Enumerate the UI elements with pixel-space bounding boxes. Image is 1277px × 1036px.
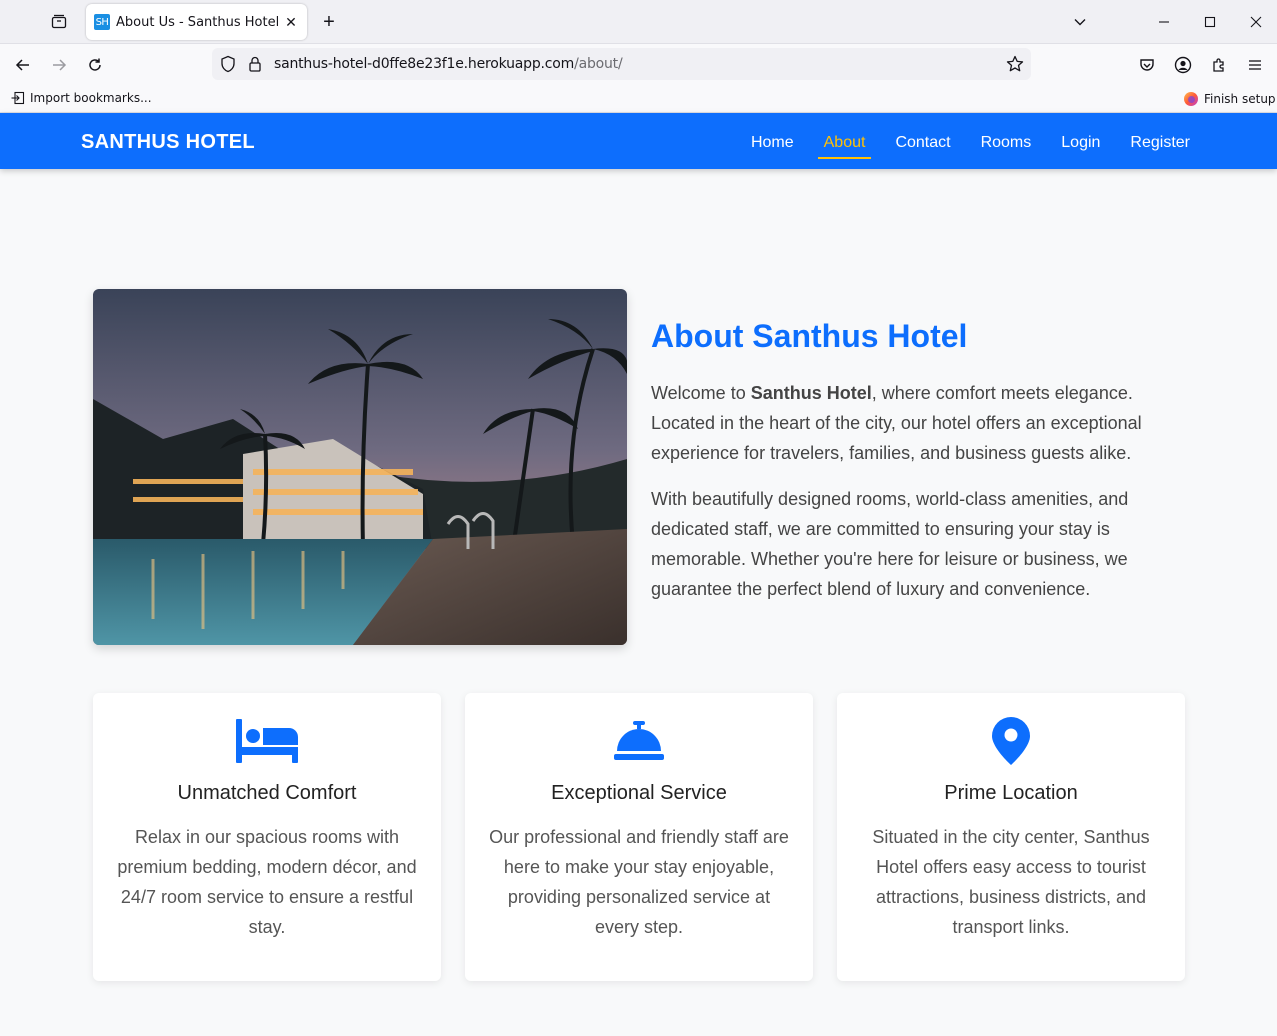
nav-about[interactable]: About xyxy=(809,113,881,169)
feature-text: Relax in our spacious rooms with premium… xyxy=(117,827,417,937)
nav-home[interactable]: Home xyxy=(736,113,809,169)
feature-title: Exceptional Service xyxy=(551,782,727,804)
close-tab-icon[interactable]: ✕ xyxy=(281,12,301,32)
feature-card-comfort: Unmatched Comfort Relax in our spacious … xyxy=(93,693,441,981)
import-bookmarks-label: Import bookmarks... xyxy=(30,91,152,105)
new-tab-icon[interactable]: + xyxy=(318,11,340,33)
about-title: About Santhus Hotel xyxy=(651,318,968,354)
bed-icon xyxy=(93,717,441,765)
reload-icon[interactable] xyxy=(82,52,108,78)
nav-rooms[interactable]: Rooms xyxy=(966,113,1047,169)
bookmarks-toolbar: Import bookmarks... Finish setup xyxy=(0,84,1277,113)
list-all-tabs-icon[interactable] xyxy=(1066,8,1094,36)
map-pin-icon xyxy=(837,717,1185,765)
account-icon[interactable] xyxy=(1170,52,1196,78)
url-text[interactable]: santhus-hotel-d0ffe8e23f1e.herokuapp.com… xyxy=(274,56,623,72)
bookmark-star-icon[interactable] xyxy=(1006,55,1024,78)
back-icon[interactable] xyxy=(10,52,36,78)
about-paragraph-2: With beautifully designed rooms, world-c… xyxy=(651,489,1129,599)
tab-title: About Us - Santhus Hotel xyxy=(116,14,280,30)
feature-card-service: Exceptional Service Our professional and… xyxy=(465,693,813,981)
feature-title: Unmatched Comfort xyxy=(177,782,357,804)
nav-register[interactable]: Register xyxy=(1115,113,1205,169)
site-brand[interactable]: SANTHUS HOTEL xyxy=(81,131,255,154)
tab-list-icon[interactable] xyxy=(48,11,70,33)
main-menu: Home About Contact Rooms Login Register xyxy=(736,113,1205,169)
pocket-icon[interactable] xyxy=(1134,52,1160,78)
extensions-icon[interactable] xyxy=(1206,52,1232,78)
menu-icon[interactable] xyxy=(1242,52,1268,78)
close-window-icon[interactable] xyxy=(1242,8,1270,36)
site-favicon-icon: SH xyxy=(94,14,110,30)
finish-setup-label: Finish setup xyxy=(1204,92,1276,106)
address-bar[interactable]: santhus-hotel-d0ffe8e23f1e.herokuapp.com… xyxy=(212,48,1031,80)
about-paragraph-1: Welcome to Santhus Hotel, where comfort … xyxy=(651,378,1191,468)
about-p1-lead: Welcome to xyxy=(651,383,751,403)
site-navbar: SANTHUS HOTEL Home About Contact Rooms L… xyxy=(0,113,1277,169)
url-path: /about/ xyxy=(574,56,623,72)
nav-contact[interactable]: Contact xyxy=(880,113,965,169)
import-bookmarks-link[interactable]: Import bookmarks... xyxy=(11,91,152,105)
lock-icon[interactable] xyxy=(248,55,262,78)
nav-login[interactable]: Login xyxy=(1046,113,1115,169)
maximize-icon[interactable] xyxy=(1196,8,1224,36)
import-icon xyxy=(11,91,25,105)
finish-setup-link[interactable]: Finish setup xyxy=(1183,91,1276,107)
url-host: santhus-hotel-d0ffe8e23f1e.herokuapp.com xyxy=(274,56,575,72)
service-bell-icon xyxy=(465,717,813,765)
feature-text: Our professional and friendly staff are … xyxy=(489,827,789,937)
tracking-protection-icon[interactable] xyxy=(220,55,236,78)
browser-tab-bar: SH About Us - Santhus Hotel ✕ + xyxy=(0,0,1277,44)
hotel-photo xyxy=(93,289,627,645)
browser-tab-active[interactable]: SH About Us - Santhus Hotel ✕ xyxy=(86,4,307,40)
firefox-icon xyxy=(1184,92,1198,106)
feature-title: Prime Location xyxy=(944,782,1078,804)
minimize-icon[interactable] xyxy=(1150,8,1178,36)
about-p1-hotel-name: Santhus Hotel xyxy=(750,383,872,403)
forward-icon[interactable] xyxy=(46,52,72,78)
feature-card-location: Prime Location Situated in the city cent… xyxy=(837,693,1185,981)
feature-text: Situated in the city center, Santhus Hot… xyxy=(872,827,1150,937)
